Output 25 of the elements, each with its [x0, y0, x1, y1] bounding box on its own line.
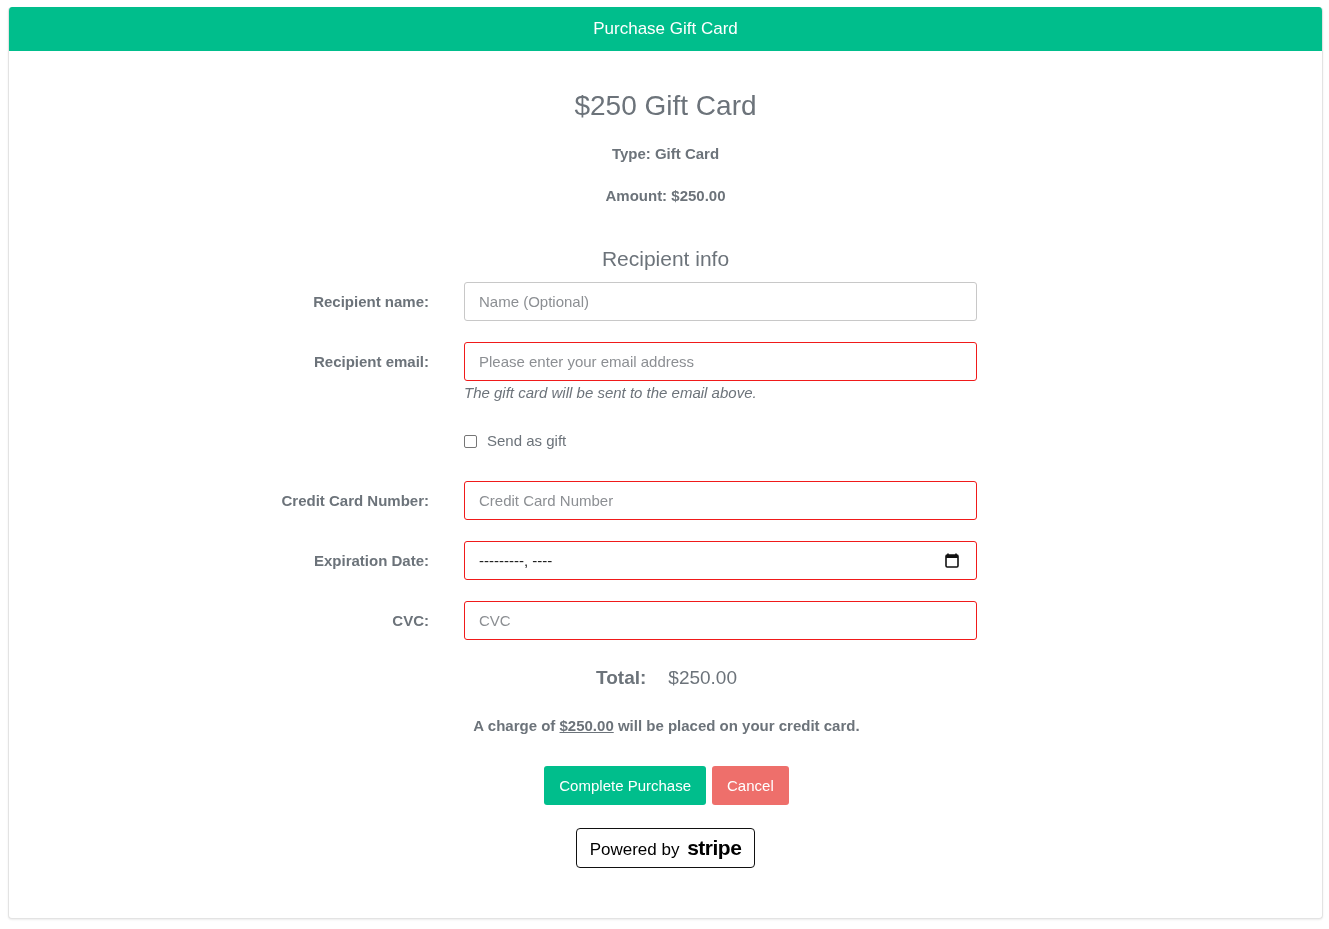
cancel-button[interactable]: Cancel [712, 766, 789, 805]
date-input-field[interactable]: ---------, ---- [464, 541, 977, 580]
amount-link[interactable]: $250.00 [559, 717, 614, 734]
input-field[interactable]: Please enter your email address [464, 342, 977, 381]
charge-notice: A charge of $250.00 will be placed on your credit card. [472, 716, 860, 736]
field-label: Recipient name: [313, 292, 429, 312]
field-label: Recipient email: [313, 352, 429, 372]
input-field[interactable]: Credit Card Number [464, 481, 977, 520]
field-label: CVC: [392, 611, 429, 631]
checkbox-label[interactable]: Send as gift [487, 431, 567, 451]
field-label: Credit Card Number: [281, 491, 429, 511]
product-detail: Type: Gift Card [611, 144, 720, 164]
field-label: Expiration Date: [313, 551, 429, 571]
checkbox[interactable] [464, 434, 477, 448]
product-title: $250 Gift Card [574, 89, 757, 123]
total-label: Total: [596, 666, 647, 690]
input-field[interactable]: Name (Optional) [464, 282, 977, 321]
help-text: The gift card will be sent to the email above. [464, 383, 757, 403]
section-heading: Recipient info [601, 246, 730, 272]
powered-by-badge[interactable]: Powered by stripe [575, 828, 756, 868]
calendar-icon[interactable] [945, 553, 959, 568]
product-detail: Amount: $250.00 [605, 186, 726, 206]
input-field[interactable]: CVC [464, 601, 977, 640]
header-title: Purchase Gift Card [593, 19, 738, 39]
total-value: $250.00 [668, 666, 737, 690]
